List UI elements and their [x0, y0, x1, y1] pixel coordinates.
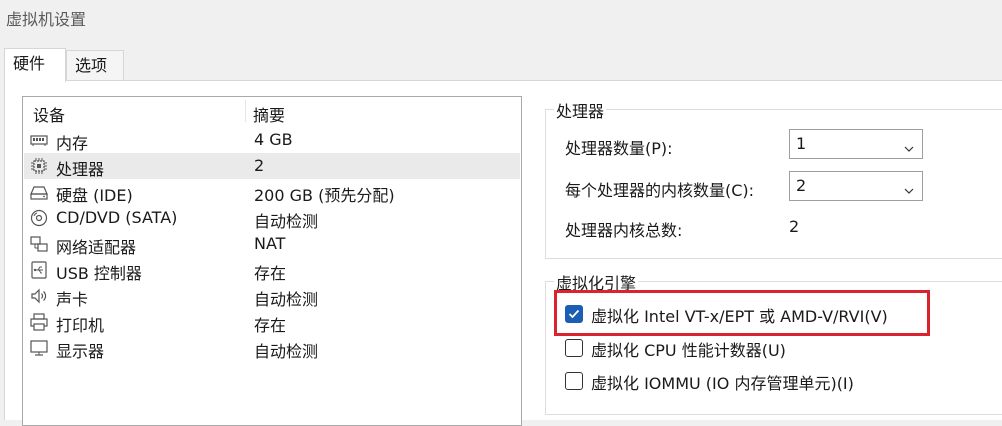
device-name: 显示器: [56, 342, 105, 361]
device-summary: 自动检测: [254, 212, 319, 231]
column-header-summary[interactable]: 摘要: [253, 102, 285, 126]
device-name: USB 控制器: [56, 264, 142, 283]
tab-hardware[interactable]: 硬件: [4, 48, 66, 82]
cpu-counters-checkbox[interactable]: [565, 339, 583, 357]
device-summary: NAT: [254, 234, 286, 253]
device-row-memory[interactable]: 内存 4 GB: [24, 127, 520, 153]
processor-count-label: 处理器数量(P):: [565, 139, 673, 158]
cores-per-processor-label: 每个处理器的内核数量(C):: [565, 181, 755, 200]
tab-strip: 硬件 选项: [0, 48, 1002, 82]
device-summary: 2: [254, 156, 265, 175]
window-title: 虚拟机设置: [6, 10, 87, 29]
device-name: 打印机: [56, 316, 105, 335]
total-cores-value: 2: [789, 217, 800, 236]
device-summary: 4 GB: [254, 130, 293, 149]
highlight-annotation-box: [554, 290, 930, 336]
network-adapter-icon: [30, 235, 48, 253]
device-row-usb-controller[interactable]: USB 控制器 存在: [24, 257, 520, 283]
device-row-harddisk[interactable]: 硬盘 (IDE) 200 GB (预先分配): [24, 179, 520, 205]
device-list-header: 设备 摘要: [23, 97, 521, 125]
cpu-counters-label: 虚拟化 CPU 性能计数器(U): [591, 341, 786, 360]
processor-count-select[interactable]: 1: [789, 129, 923, 159]
device-name: 内存: [56, 134, 89, 153]
tab-options[interactable]: 选项: [66, 50, 124, 80]
device-list: 设备 摘要 内存 4 GB 处理器 2 硬盘 (IDE) 200 GB (预先分…: [22, 96, 522, 426]
iommu-label: 虚拟化 IOMMU (IO 内存管理单元)(I): [591, 374, 854, 393]
total-cores-label: 处理器内核总数:: [565, 221, 683, 240]
cores-per-processor-select[interactable]: 2: [789, 171, 923, 201]
device-name: 硬盘 (IDE): [56, 186, 133, 205]
title-bar: 虚拟机设置: [0, 0, 1002, 36]
device-summary: 200 GB (预先分配): [254, 186, 395, 205]
usb-icon: [30, 261, 48, 279]
display-icon: [30, 339, 48, 357]
column-header-device[interactable]: 设备: [33, 102, 65, 126]
processor-count-value: 1: [796, 134, 807, 153]
device-row-cd-dvd[interactable]: CD/DVD (SATA) 自动检测: [24, 205, 520, 231]
device-row-printer[interactable]: 打印机 存在: [24, 309, 520, 335]
device-row-sound-card[interactable]: 声卡 自动检测: [24, 283, 520, 309]
device-name: 网络适配器: [56, 238, 137, 257]
device-summary: 存在: [254, 264, 287, 283]
column-separator: [245, 100, 246, 122]
printer-icon: [30, 313, 48, 331]
cd-dvd-icon: [30, 209, 48, 227]
device-row-processor[interactable]: 处理器 2: [24, 153, 520, 179]
processor-icon: [30, 157, 48, 175]
memory-icon: [30, 131, 48, 149]
device-summary: 自动检测: [254, 290, 319, 309]
chevron-down-icon: [904, 181, 914, 194]
harddisk-icon: [30, 183, 48, 201]
device-summary: 自动检测: [254, 342, 319, 361]
device-name: 处理器: [56, 160, 105, 179]
device-summary: 存在: [254, 316, 287, 335]
device-name: 声卡: [56, 290, 89, 309]
cores-per-processor-value: 2: [796, 176, 807, 195]
device-row-network-adapter[interactable]: 网络适配器 NAT: [24, 231, 520, 257]
device-row-display[interactable]: 显示器 自动检测: [24, 335, 520, 361]
processor-group-title: 处理器: [554, 98, 607, 122]
chevron-down-icon: [904, 139, 914, 152]
iommu-checkbox[interactable]: [565, 372, 583, 390]
sound-card-icon: [30, 287, 48, 305]
device-name: CD/DVD (SATA): [56, 208, 178, 227]
